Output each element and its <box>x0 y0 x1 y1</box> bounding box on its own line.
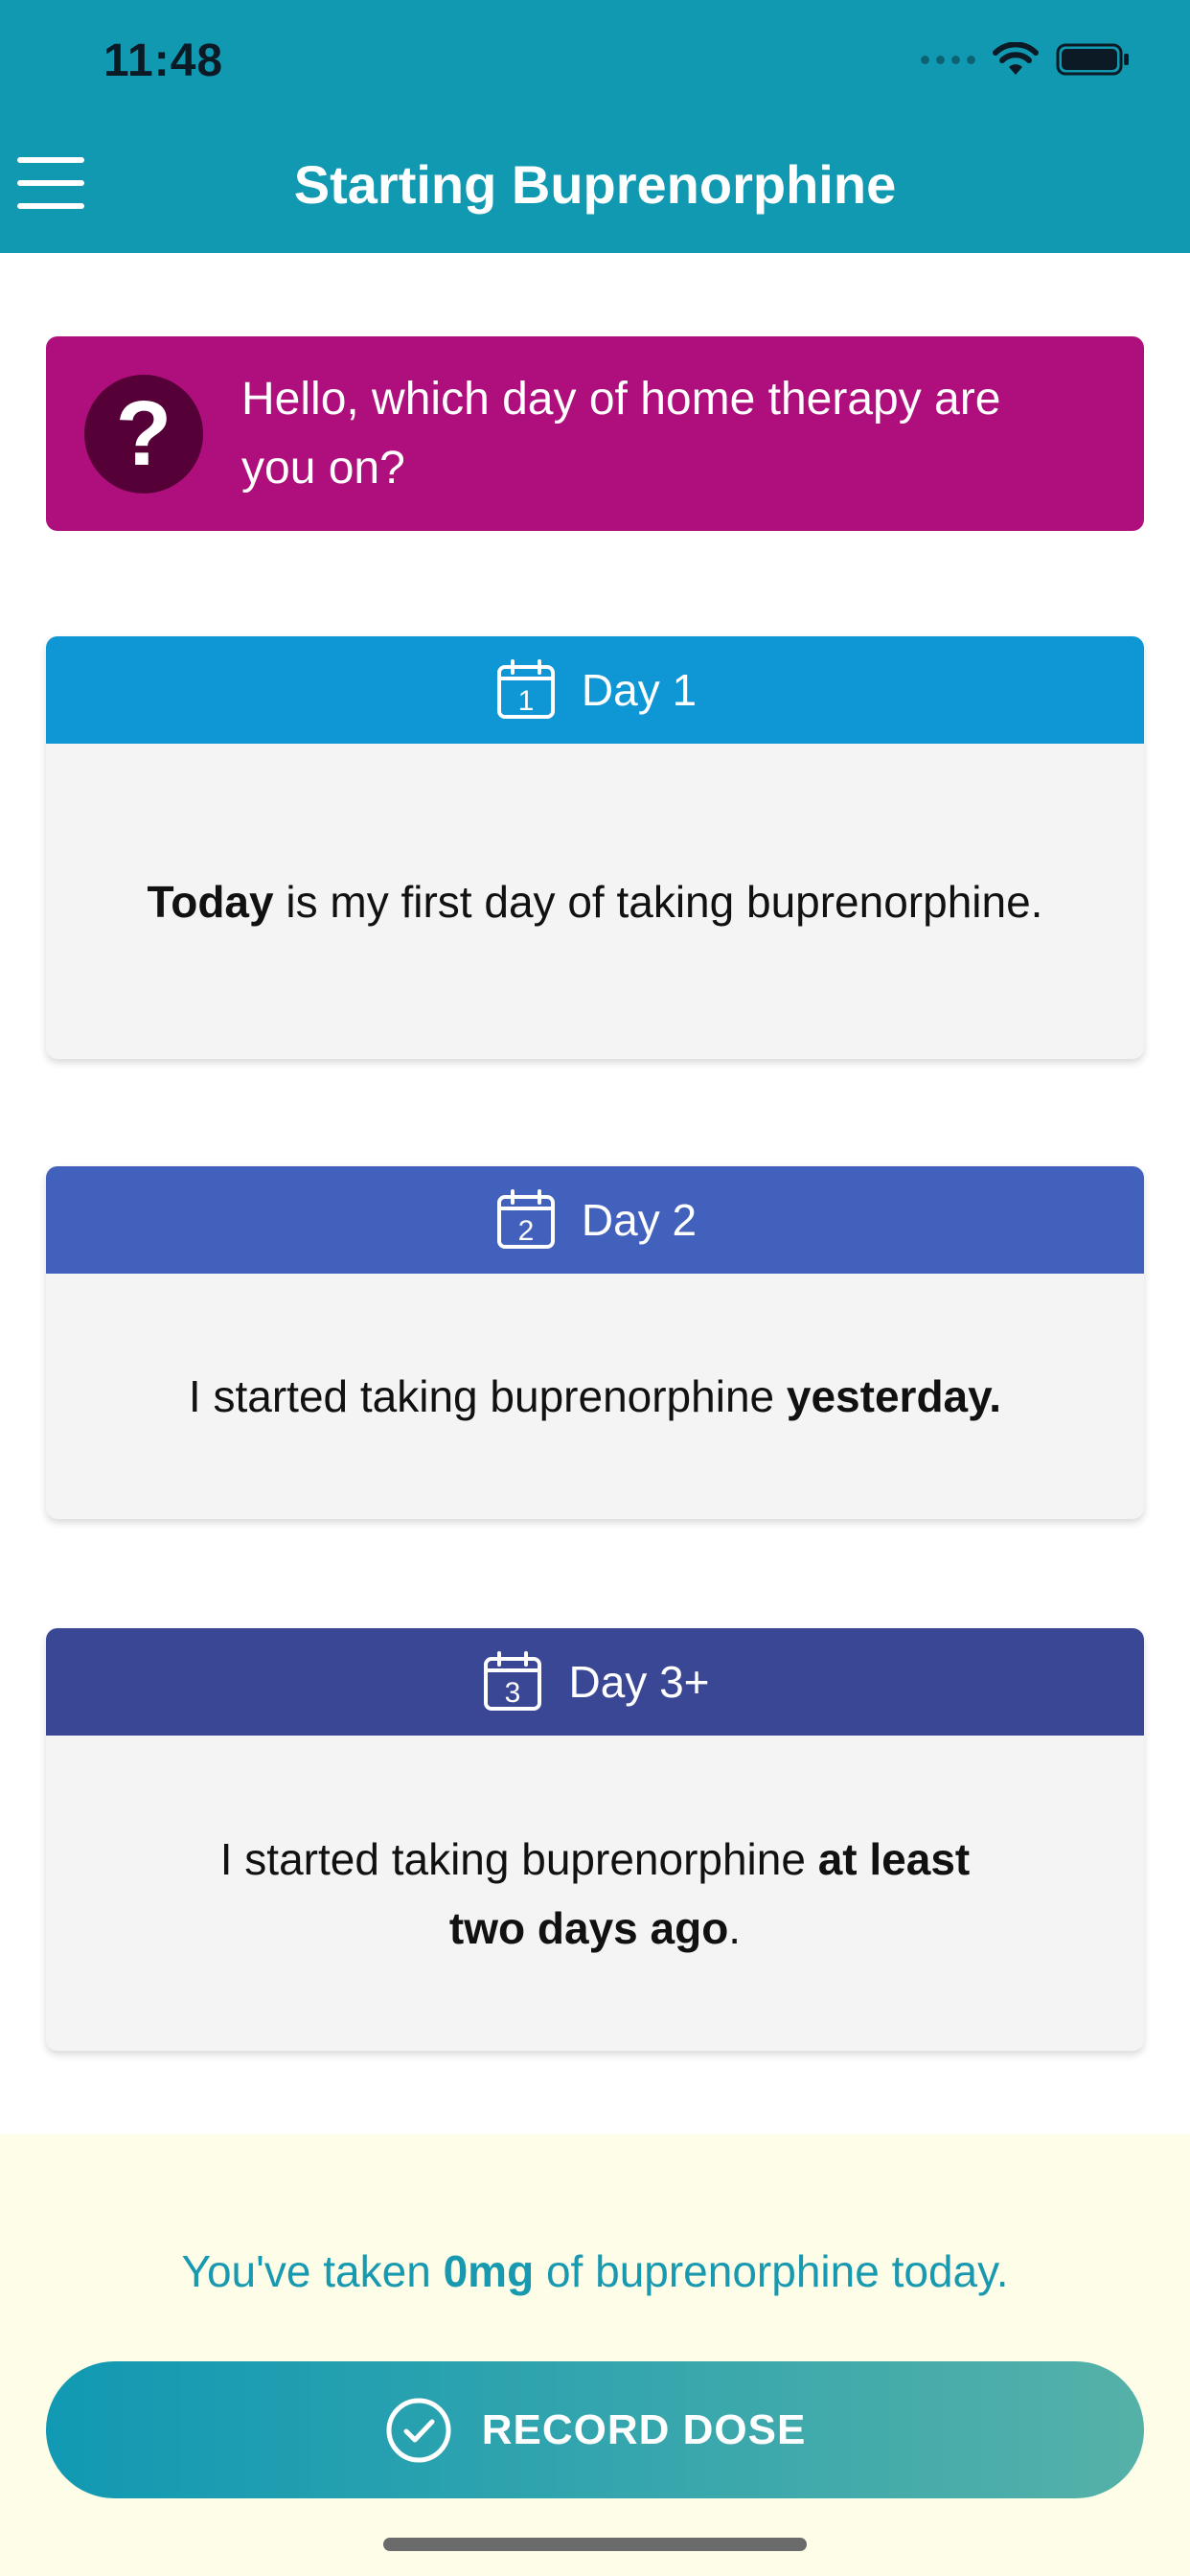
page-title: Starting Buprenorphine <box>293 154 897 215</box>
day-3-option[interactable]: 3 Day 3+ I started taking buprenorphine … <box>46 1628 1144 2051</box>
day-1-description: Today is my first day of taking buprenor… <box>147 876 1043 927</box>
question-banner: ? Hello, which day of home therapy are y… <box>46 336 1144 531</box>
home-indicator[interactable] <box>383 2538 807 2551</box>
record-dose-label: RECORD DOSE <box>481 2405 807 2453</box>
svg-text:2: 2 <box>518 1215 535 1247</box>
day-3-label: Day 3+ <box>568 1657 710 1707</box>
battery-icon <box>1056 43 1129 76</box>
check-circle-icon <box>386 2398 451 2462</box>
record-dose-button[interactable]: RECORD DOSE <box>46 2361 1144 2498</box>
header-bar: 11:48 Starting Buprenorphine <box>0 0 1190 253</box>
calendar-icon: 2 <box>496 1189 555 1249</box>
dose-summary: You've taken 0mg of buprenorphine today. <box>181 2246 1009 2296</box>
question-text: Hello, which day of home therapy are you… <box>241 373 1001 494</box>
day-2-label: Day 2 <box>581 1195 698 1245</box>
day-3-header: 3 Day 3+ <box>46 1628 1144 1736</box>
day-2-description: I started taking buprenorphine yesterday… <box>188 1371 1002 1421</box>
svg-text:3: 3 <box>505 1677 521 1709</box>
status-icons <box>921 42 1131 77</box>
day-3-description: I started taking buprenorphine at least … <box>219 1833 971 1953</box>
calendar-icon: 1 <box>496 659 555 719</box>
status-time: 11:48 <box>103 35 224 86</box>
dose-amount: 0mg <box>443 2246 535 2296</box>
wifi-icon <box>993 42 1039 75</box>
day-1-header: 1 Day 1 <box>46 636 1144 744</box>
question-mark-icon: ? <box>84 374 203 494</box>
day-1-option[interactable]: 1 Day 1 Today is my first day of taking … <box>46 636 1144 1059</box>
app-screen: 11:48 Starting Buprenorphine ? Hello, wh… <box>0 0 1190 2576</box>
dose-panel: You've taken 0mg of buprenorphine today.… <box>0 2134 1190 2576</box>
svg-text:1: 1 <box>518 685 535 717</box>
day-2-option[interactable]: 2 Day 2 I started taking buprenorphine y… <box>46 1166 1144 1519</box>
cellular-signal-icon <box>921 55 975 64</box>
day-2-header: 2 Day 2 <box>46 1166 1144 1274</box>
calendar-icon: 3 <box>484 1651 542 1711</box>
day-1-label: Day 1 <box>581 665 698 715</box>
